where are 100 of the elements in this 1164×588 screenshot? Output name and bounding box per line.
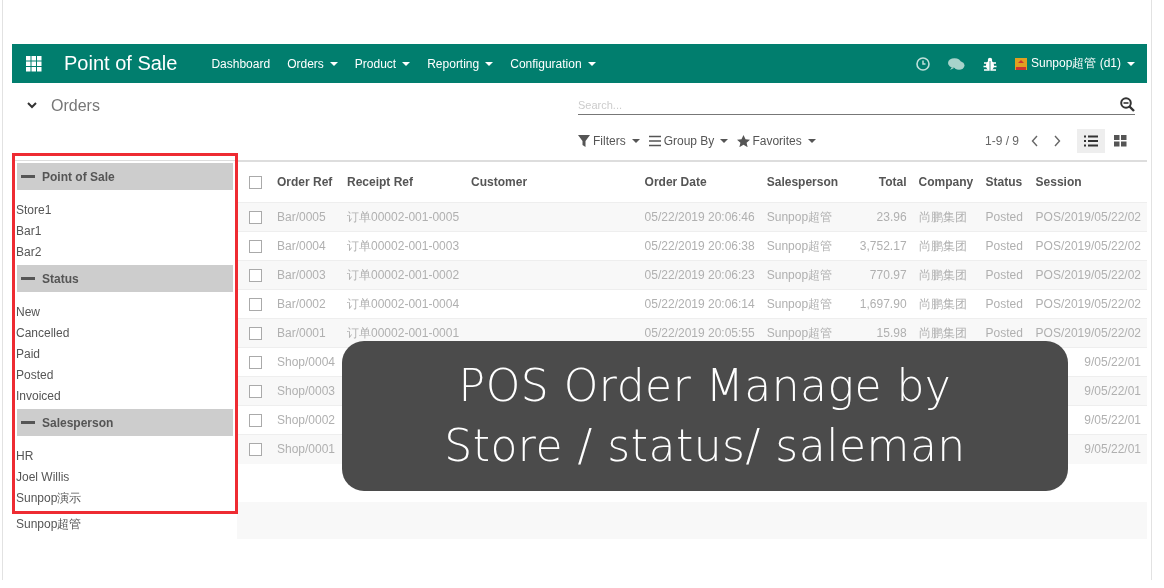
checkbox[interactable] xyxy=(249,442,262,456)
table-cell: 9/05/22/01 xyxy=(1084,384,1141,398)
sidebar-item[interactable]: New xyxy=(16,302,233,323)
column-header[interactable]: Order Ref xyxy=(270,161,341,203)
previous-icon[interactable] xyxy=(1031,135,1039,147)
menu-item[interactable]: Dashboard xyxy=(211,56,271,71)
checkbox[interactable] xyxy=(249,384,262,398)
table-cell: POS/2019/05/22/02 xyxy=(1035,210,1141,224)
table-cell: Posted xyxy=(985,210,1023,224)
table-cell: Bar/0002 xyxy=(276,297,326,311)
table-cell: Shop/0002 xyxy=(276,413,335,427)
checkbox[interactable] xyxy=(249,175,262,189)
dropdown-button[interactable]: Filters xyxy=(578,134,640,148)
table-cell: 23.96 xyxy=(876,210,907,224)
sidebar-item[interactable]: Posted xyxy=(16,365,233,386)
table-cell: Bar/0003 xyxy=(276,268,326,282)
group-header[interactable]: Point of Sale xyxy=(17,163,233,190)
menu-item[interactable]: Orders xyxy=(287,56,338,71)
column-header[interactable]: Session xyxy=(1029,161,1147,203)
column-header[interactable]: Company xyxy=(912,161,980,203)
sidebar-item[interactable]: Joel Willis xyxy=(16,467,233,488)
menu-item[interactable]: Product xyxy=(354,56,411,71)
pager-text: 1-9 / 9 xyxy=(984,134,1019,148)
checkbox[interactable] xyxy=(249,297,262,311)
table-cell: 05/22/2019 20:06:23 xyxy=(644,268,755,282)
table-cell: 9/05/22/01 xyxy=(1084,442,1141,457)
table-cell: Sunpop超管 xyxy=(766,209,833,224)
checkbox[interactable] xyxy=(249,413,262,427)
column-header[interactable]: Status xyxy=(979,161,1030,203)
table-cell: 05/22/2019 20:06:38 xyxy=(644,239,755,253)
chevron-down-icon[interactable] xyxy=(27,102,37,109)
kanban-view-icon xyxy=(1114,135,1128,147)
table-cell: POS/2019/05/22/02 xyxy=(1035,326,1141,340)
sidebar-item[interactable]: Bar2 xyxy=(16,242,233,263)
table-cell: Shop/0003 xyxy=(276,384,335,398)
chat-icon[interactable] xyxy=(947,56,965,71)
table-cell: Posted xyxy=(985,239,1023,253)
table-cell: POS/2019/05/22/02 xyxy=(1035,239,1141,253)
sidebar-item[interactable]: Invoiced xyxy=(16,386,233,407)
sidebar-item[interactable]: Paid xyxy=(16,344,233,365)
sidebar-item[interactable]: Sunpop演示 xyxy=(16,488,233,509)
checkbox[interactable] xyxy=(249,355,262,369)
table-cell: Shop/0004 xyxy=(276,355,335,369)
table-cell: 尚鹏集团 xyxy=(918,238,967,253)
table-cell: 770.97 xyxy=(869,268,907,282)
sidebar-item[interactable]: Cancelled xyxy=(16,323,233,344)
table-cell: 订单00002-001-0001 xyxy=(347,325,460,340)
sidebar-item[interactable]: HR xyxy=(16,446,233,467)
group-header[interactable]: Status xyxy=(17,265,233,292)
table-cell: Sunpop超管 xyxy=(766,325,833,340)
sidebar-item[interactable]: Bar1 xyxy=(16,221,233,242)
sidebar-item[interactable]: Sunpop超管 xyxy=(16,514,233,535)
dropdown-button[interactable]: Group By xyxy=(648,134,729,148)
checkbox[interactable] xyxy=(249,210,262,224)
clock-icon[interactable] xyxy=(915,56,930,71)
table-cell: 3,752.17 xyxy=(859,239,907,253)
table-cell: 订单00002-001-0005 xyxy=(347,209,460,224)
breadcrumb: Orders xyxy=(51,97,100,115)
checkbox[interactable] xyxy=(249,268,262,282)
table-cell: 尚鹏集团 xyxy=(918,296,967,311)
user-menu[interactable]: Sunpop超管 (d1) xyxy=(1014,55,1135,72)
menu-item[interactable]: Reporting xyxy=(427,56,494,71)
checkbox[interactable] xyxy=(249,239,262,253)
table-cell: 05/22/2019 20:06:14 xyxy=(644,297,755,311)
apps-menu-icon[interactable] xyxy=(26,55,42,72)
table-cell: 1,697.90 xyxy=(859,297,907,311)
table-cell: Shop/0001 xyxy=(276,442,335,457)
table-cell: 订单00002-001-0004 xyxy=(347,296,460,311)
filter-icon xyxy=(578,135,591,147)
table-cell: Sunpop超管 xyxy=(766,238,833,253)
group-header[interactable]: Salesperson xyxy=(17,409,233,436)
sidebar-item[interactable]: Store1 xyxy=(16,200,233,221)
table-cell: 9/05/22/01 xyxy=(1084,413,1141,427)
dropdown-button[interactable]: Favorites xyxy=(737,134,816,148)
avatar-icon xyxy=(1014,57,1027,70)
table-cell: 订单00002-001-0003 xyxy=(347,238,460,253)
table-cell: 05/22/2019 20:05:55 xyxy=(644,326,755,340)
column-header[interactable]: Order Date xyxy=(638,161,761,203)
view-switch-button[interactable] xyxy=(1077,129,1105,153)
star-icon xyxy=(737,135,751,147)
list-icon xyxy=(648,135,662,147)
bug-icon[interactable] xyxy=(982,56,997,71)
list-view-icon xyxy=(1084,135,1098,147)
column-header[interactable]: Customer xyxy=(465,161,639,203)
table-cell: 05/22/2019 20:06:46 xyxy=(644,210,755,224)
caption-text: POS Order Manage by xyxy=(458,359,952,413)
table-cell: Sunpop超管 xyxy=(766,296,833,311)
checkbox[interactable] xyxy=(249,326,262,340)
next-icon[interactable] xyxy=(1053,135,1061,147)
menu-item[interactable]: Configuration xyxy=(510,56,596,71)
column-header[interactable]: Receipt Ref xyxy=(341,161,466,203)
table-cell: 15.98 xyxy=(876,326,907,340)
table-cell: Posted xyxy=(985,297,1023,311)
table-cell: 尚鹏集团 xyxy=(918,325,967,340)
column-header[interactable]: Salesperson xyxy=(760,161,853,203)
table-cell: Posted xyxy=(985,326,1023,340)
table-cell: Bar/0004 xyxy=(276,239,326,253)
table-cell: Sunpop超管 xyxy=(766,267,833,282)
column-header[interactable]: Total xyxy=(852,161,913,203)
search-icon[interactable] xyxy=(1120,97,1135,112)
